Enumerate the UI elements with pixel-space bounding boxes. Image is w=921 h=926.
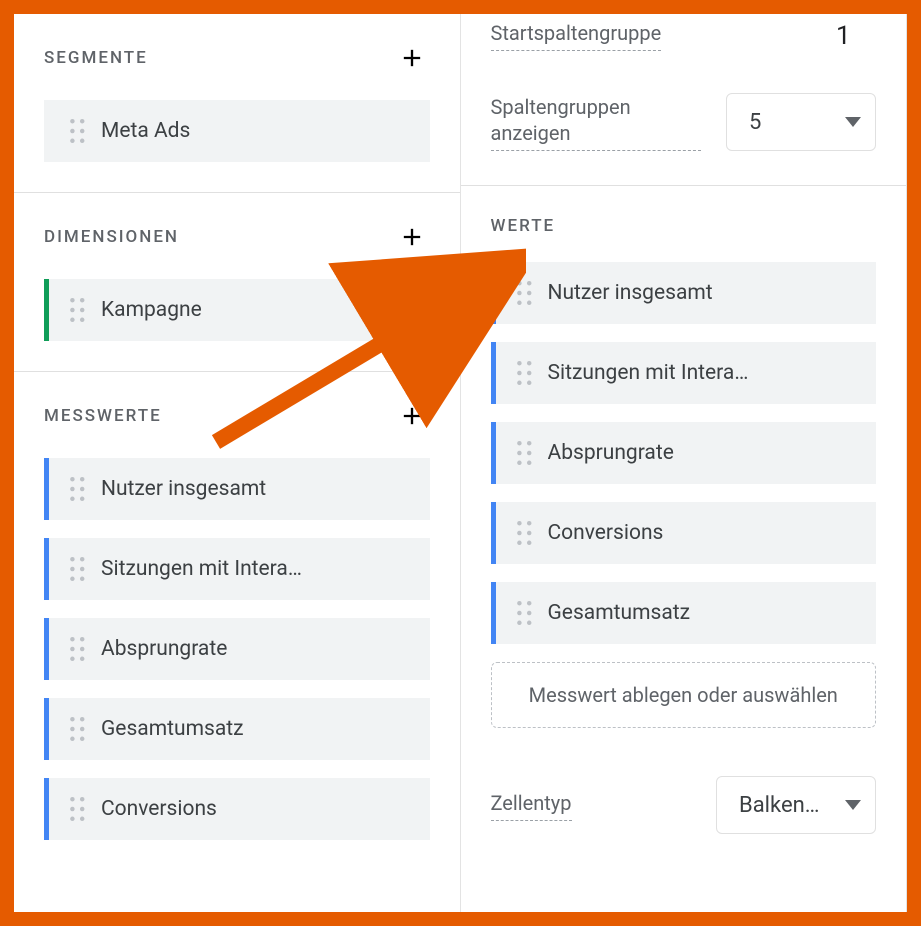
show-col-groups-value: 5 — [749, 110, 761, 135]
drag-handle-icon[interactable] — [516, 359, 534, 387]
start-col-group-value[interactable]: 1 — [836, 21, 876, 51]
add-metric-button[interactable] — [394, 398, 430, 434]
chip-accent — [44, 279, 49, 341]
chip-label: Nutzer insgesamt — [101, 477, 412, 501]
plus-icon — [398, 44, 426, 72]
chip-label: Absprungrate — [101, 637, 412, 661]
chip-label: Sitzungen mit Intera… — [101, 557, 412, 581]
add-segment-button[interactable] — [394, 40, 430, 76]
chip-label: Conversions — [101, 797, 412, 821]
chip-accent — [491, 262, 496, 324]
chip-item[interactable]: Sitzungen mit Intera… — [491, 342, 877, 404]
chip-accent — [44, 618, 49, 680]
drag-handle-icon[interactable] — [69, 635, 87, 663]
chip-item[interactable]: Meta Ads — [44, 100, 430, 162]
segments-title: SEGMENTE — [44, 48, 148, 68]
metrics-list: Nutzer insgesamt Sitzungen mit Intera… Abs… — [44, 458, 430, 840]
chevron-down-icon — [845, 800, 861, 810]
chip-accent — [491, 502, 496, 564]
setting-cell-type: Zellentyp Balken… — [461, 766, 907, 844]
chip-label: Conversions — [548, 521, 859, 545]
drag-handle-icon[interactable] — [516, 279, 534, 307]
chip-label: Nutzer insgesamt — [548, 281, 859, 305]
chip-item[interactable]: Absprungrate — [44, 618, 430, 680]
drag-handle-icon[interactable] — [516, 599, 534, 627]
section-values: WERTE Nutzer insgesamt Sitzungen mit Inte… — [461, 186, 907, 758]
cell-type-value: Balken… — [739, 793, 820, 818]
chip-accent — [491, 342, 496, 404]
drag-handle-icon[interactable] — [516, 519, 534, 547]
chip-accent — [44, 538, 49, 600]
add-dimension-button[interactable] — [394, 219, 430, 255]
chip-accent — [44, 458, 49, 520]
plus-icon — [398, 402, 426, 430]
drag-handle-icon[interactable] — [69, 555, 87, 583]
chip-item[interactable]: Kampagne — [44, 279, 430, 341]
values-list: Nutzer insgesamt Sitzungen mit Intera… Abs… — [491, 262, 877, 644]
chip-accent — [44, 698, 49, 760]
drag-handle-icon[interactable] — [69, 715, 87, 743]
section-dimensions: DIMENSIONEN Kampagne — [14, 193, 460, 372]
chip-item[interactable]: Nutzer insgesamt — [491, 262, 877, 324]
values-title: WERTE — [491, 216, 556, 236]
drag-handle-icon[interactable] — [69, 795, 87, 823]
chip-label: Meta Ads — [101, 119, 412, 143]
show-col-groups-dropdown[interactable]: 5 — [726, 93, 876, 151]
show-col-groups-label: Spaltengruppen anzeigen — [491, 94, 701, 151]
start-col-group-label: Startspaltengruppe — [491, 20, 662, 51]
chip-item[interactable]: Conversions — [491, 502, 877, 564]
chevron-down-icon — [845, 117, 861, 127]
setting-show-col-groups: Spaltengruppen anzeigen 5 — [461, 83, 907, 161]
section-segments: SEGMENTE Meta Ads — [14, 14, 460, 193]
chip-item[interactable]: Gesamtumsatz — [44, 698, 430, 760]
chip-accent — [44, 100, 49, 162]
chip-accent — [491, 582, 496, 644]
cell-type-label: Zellentyp — [491, 790, 572, 821]
drag-handle-icon[interactable] — [69, 475, 87, 503]
plus-icon — [398, 223, 426, 251]
chip-label: Sitzungen mit Intera… — [548, 361, 859, 385]
chip-accent — [44, 778, 49, 840]
segments-list: Meta Ads — [44, 100, 430, 162]
metric-dropzone[interactable]: Messwert ablegen oder auswählen — [491, 662, 877, 728]
dimensions-title: DIMENSIONEN — [44, 227, 179, 247]
chip-accent — [491, 422, 496, 484]
cell-type-dropdown[interactable]: Balken… — [716, 776, 876, 834]
chip-item[interactable]: Nutzer insgesamt — [44, 458, 430, 520]
left-column: SEGMENTE Meta Ads DIMENSIONEN Kampagne M… — [14, 14, 461, 912]
drag-handle-icon[interactable] — [69, 117, 87, 145]
chip-label: Gesamtumsatz — [548, 601, 859, 625]
dimensions-list: Kampagne — [44, 279, 430, 341]
right-column: Startspaltengruppe 1 Spaltengruppen anze… — [461, 14, 908, 912]
chip-item[interactable]: Gesamtumsatz — [491, 582, 877, 644]
chip-label: Absprungrate — [548, 441, 859, 465]
drag-handle-icon[interactable] — [69, 296, 87, 324]
chip-item[interactable]: Sitzungen mit Intera… — [44, 538, 430, 600]
metrics-title: MESSWERTE — [44, 406, 162, 426]
chip-item[interactable]: Absprungrate — [491, 422, 877, 484]
drag-handle-icon[interactable] — [516, 439, 534, 467]
chip-label: Gesamtumsatz — [101, 717, 412, 741]
section-metrics: MESSWERTE Nutzer insgesamt Sitzungen mit … — [14, 372, 460, 870]
chip-label: Kampagne — [101, 298, 412, 322]
setting-start-col-group: Startspaltengruppe 1 — [461, 14, 907, 61]
chip-item[interactable]: Conversions — [44, 778, 430, 840]
